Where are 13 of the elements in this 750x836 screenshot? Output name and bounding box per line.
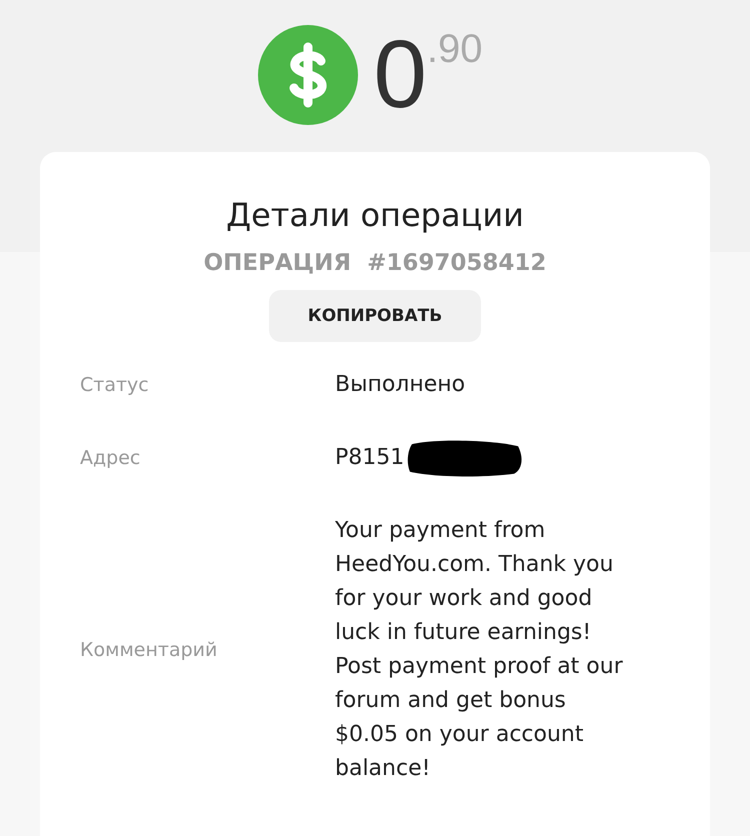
field-value: P8151 [335, 444, 404, 472]
field-label: Адрес [79, 447, 142, 469]
operation-number: #1697058412 [367, 250, 546, 276]
field-value: Your payment from HeedYou.com. Thank you for your work and good luck in future earnings! Post payment proof at our forum and get bonus $0.05 on your account balance! [335, 517, 624, 783]
balance-cents: .90 [426, 27, 482, 72]
details-title: Детали операции [226, 196, 524, 234]
field-label: Комментарий [79, 639, 218, 661]
dollar-icon [258, 25, 358, 125]
copy-button[interactable]: КОПИРОВАТЬ [269, 290, 481, 342]
balance-amount: 0 [374, 25, 427, 125]
field-value: Выполнено [335, 371, 466, 399]
field-label: Статус [79, 374, 150, 396]
operation-label: ОПЕРАЦИЯ [204, 250, 352, 276]
